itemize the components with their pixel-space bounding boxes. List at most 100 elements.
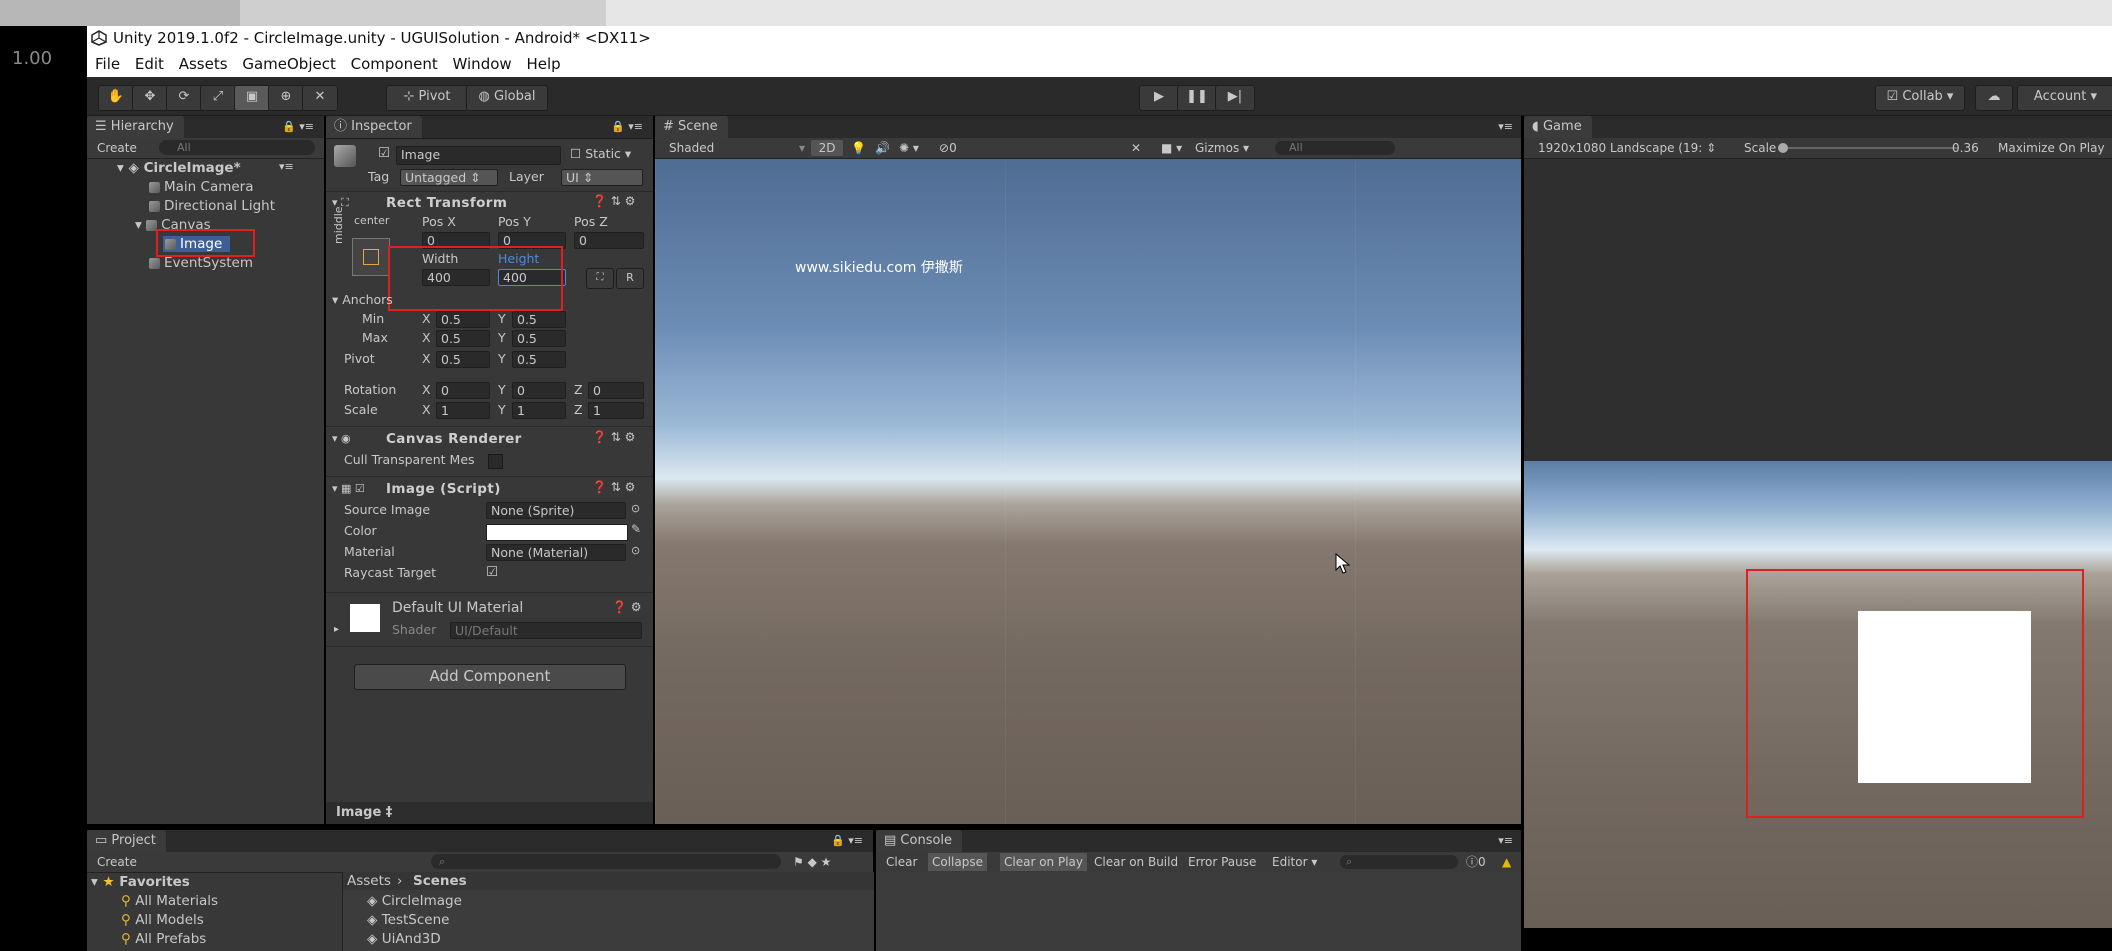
material-icons[interactable]: ❓ ⚙: [612, 600, 642, 614]
eyedropper-icon[interactable]: ✎: [631, 522, 641, 536]
hierarchy-search-input[interactable]: All: [159, 140, 315, 155]
toggle-2d-button[interactable]: 2D: [811, 140, 843, 156]
anchor-min-x[interactable]: 0.5: [436, 311, 490, 328]
object-picker-icon[interactable]: ⊙: [631, 544, 640, 557]
maximize-on-play-toggle[interactable]: Maximize On Play: [1998, 138, 2105, 158]
source-image-field[interactable]: None (Sprite): [486, 502, 626, 519]
pivot-toggle[interactable]: ⊹ Pivot: [386, 85, 468, 111]
menu-help[interactable]: Help: [526, 51, 560, 77]
hand-tool-button[interactable]: ✋: [98, 85, 134, 111]
scene-menu-icon[interactable]: ▾≡: [279, 160, 294, 173]
blueprint-mode-button[interactable]: ⛶: [586, 268, 614, 289]
shading-dropdown-arrow[interactable]: ▾: [799, 138, 805, 158]
canvas-renderer-foldout[interactable]: ▾ ◉: [332, 432, 351, 445]
component-help-icons[interactable]: ❓ ⇅ ⚙: [592, 194, 635, 208]
list-item[interactable]: ◈ TestScene: [367, 912, 449, 928]
project-create-button[interactable]: Create: [97, 855, 137, 869]
audio-icon[interactable]: 🔊: [875, 138, 890, 158]
lighting-icon[interactable]: 💡: [851, 138, 866, 158]
gizmos-dropdown[interactable]: Gizmos ▾: [1195, 138, 1249, 158]
menu-window[interactable]: Window: [453, 51, 512, 77]
console-error-pause-button[interactable]: Error Pause: [1188, 852, 1256, 872]
favorites-foldout[interactable]: ▾ ★ Favorites: [91, 874, 190, 890]
menu-edit[interactable]: Edit: [135, 51, 164, 77]
scene-viewport[interactable]: www.sikiedu.com 伊撒斯: [655, 159, 1521, 824]
panel-menu-icon[interactable]: ▾≡: [1498, 116, 1513, 138]
account-button[interactable]: Account ▾: [2017, 85, 2112, 111]
list-item[interactable]: ⚲ All Materials: [121, 893, 218, 909]
panel-menu-icon[interactable]: ▾≡: [1498, 830, 1513, 852]
panel-menu-icon[interactable]: 🔒 ▾≡: [831, 830, 863, 852]
menu-component[interactable]: Component: [351, 51, 438, 77]
pause-button[interactable]: ❚❚: [1177, 85, 1217, 111]
list-item[interactable]: EventSystem: [149, 255, 253, 271]
tab-hierarchy[interactable]: ☰ Hierarchy: [87, 116, 184, 138]
project-search-input[interactable]: ⌕: [431, 854, 781, 869]
add-component-button[interactable]: Add Component: [354, 664, 626, 690]
hierarchy-create-button[interactable]: Create: [97, 141, 137, 155]
scale-slider[interactable]: [1778, 143, 1958, 153]
material-field[interactable]: None (Material): [486, 544, 626, 561]
list-item[interactable]: ◈ UiAnd3D: [367, 931, 441, 947]
console-clear-on-build-button[interactable]: Clear on Build: [1094, 852, 1178, 872]
scene-root-item[interactable]: ▾ ◈ CircleImage*: [117, 160, 241, 176]
list-item[interactable]: ⚲ All Models: [121, 912, 204, 928]
resolution-dropdown[interactable]: 1920x1080 Landscape (19: ⇕: [1538, 138, 1716, 158]
console-clear-on-play-button[interactable]: Clear on Play: [1000, 853, 1087, 871]
anchors-foldout[interactable]: ▾ Anchors: [332, 292, 393, 307]
console-search-input[interactable]: ⌕: [1340, 855, 1458, 869]
scale-tool-button[interactable]: ⤢: [200, 85, 236, 111]
color-swatch[interactable]: [486, 524, 628, 541]
breadcrumb-assets[interactable]: Assets: [347, 873, 391, 889]
posz-field[interactable]: 0: [574, 232, 644, 249]
console-collapse-button[interactable]: Collapse: [928, 853, 987, 871]
rotation-z[interactable]: 0: [588, 382, 644, 399]
material-foldout[interactable]: ▸: [334, 624, 339, 635]
anchor-min-y[interactable]: 0.5: [512, 311, 566, 328]
collab-button[interactable]: ☑ Collab ▾: [1875, 85, 1965, 111]
active-checkbox[interactable]: ☑: [378, 145, 390, 161]
anchor-max-y[interactable]: 0.5: [512, 330, 566, 347]
tab-game[interactable]: ◖ Game: [1524, 116, 1592, 138]
component-help-icons[interactable]: ❓ ⇅ ⚙: [592, 480, 635, 494]
effects-icon[interactable]: ✺ ▾: [899, 138, 919, 158]
tag-dropdown[interactable]: Untagged ⇕: [400, 169, 498, 186]
hidden-objects-icon[interactable]: ⊘0: [939, 138, 957, 158]
scale-z[interactable]: 1: [588, 402, 644, 419]
panel-menu-icon[interactable]: 🔒 ▾≡: [282, 116, 314, 138]
tab-project[interactable]: ▭ Project: [87, 830, 166, 852]
scale-y[interactable]: 1: [512, 402, 566, 419]
rotate-tool-button[interactable]: ⟳: [166, 85, 202, 111]
tab-inspector[interactable]: ⓘ Inspector: [326, 116, 422, 138]
console-clear-button[interactable]: Clear: [886, 852, 917, 872]
tab-scene[interactable]: # Scene: [655, 116, 728, 138]
warning-icon[interactable]: ▲: [1502, 852, 1511, 872]
component-help-icons[interactable]: ❓ ⇅ ⚙: [592, 430, 635, 444]
cull-transparent-checkbox[interactable]: [488, 454, 503, 469]
pivot-y[interactable]: 0.5: [512, 351, 566, 368]
anchor-preset-button[interactable]: [352, 238, 390, 276]
play-button[interactable]: ▶: [1139, 85, 1179, 111]
menu-file[interactable]: File: [95, 51, 120, 77]
breadcrumb-scenes[interactable]: Scenes: [413, 873, 467, 889]
filter-icons[interactable]: ⚑ ◆ ★: [793, 852, 831, 872]
step-button[interactable]: ▶|: [1215, 85, 1255, 111]
list-item[interactable]: ◈ CircleImage: [367, 893, 462, 909]
rotation-y[interactable]: 0: [512, 382, 566, 399]
custom-tool-button[interactable]: ✕: [302, 85, 338, 111]
scene-tools-icon[interactable]: ✕: [1131, 138, 1141, 158]
list-item[interactable]: Directional Light: [149, 198, 275, 214]
menu-assets[interactable]: Assets: [179, 51, 228, 77]
transform-tool-button[interactable]: ⊕: [268, 85, 304, 111]
list-item[interactable]: Main Camera: [149, 179, 254, 195]
scale-x[interactable]: 1: [436, 402, 490, 419]
list-item[interactable]: ⚲ All Prefabs: [121, 931, 206, 947]
panel-menu-icon[interactable]: 🔒 ▾≡: [611, 116, 643, 138]
rotation-x[interactable]: 0: [436, 382, 490, 399]
image-script-foldout[interactable]: ▾ ▦ ☑: [332, 482, 365, 495]
shader-dropdown[interactable]: UI/Default: [450, 622, 642, 639]
object-picker-icon[interactable]: ⊙: [631, 502, 640, 515]
rect-tool-button[interactable]: ▣: [234, 85, 270, 111]
scene-search-input[interactable]: All: [1275, 141, 1395, 155]
object-name-field[interactable]: Image: [396, 146, 561, 165]
